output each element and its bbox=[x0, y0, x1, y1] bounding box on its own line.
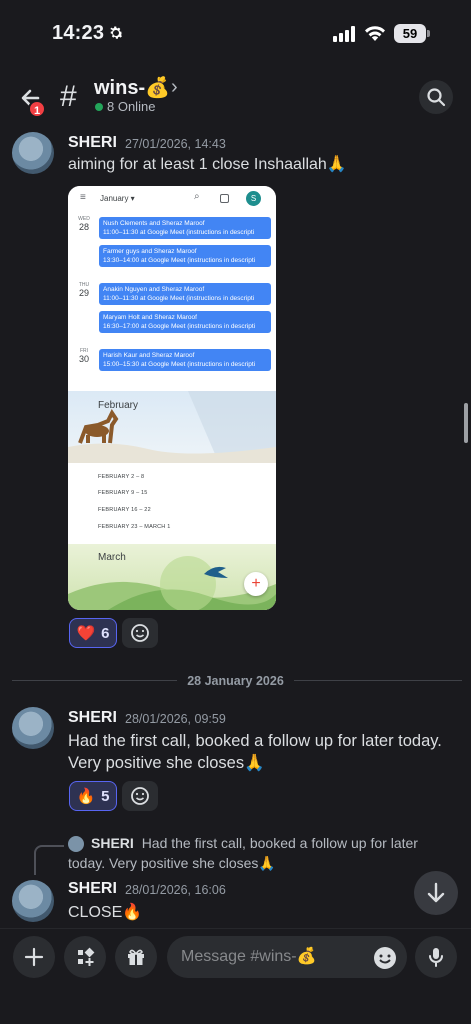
message-input[interactable]: Message #wins-💰 bbox=[167, 936, 407, 978]
calendar-month-selector: January ▾ bbox=[100, 194, 135, 203]
message-text: CLOSE🔥 bbox=[68, 904, 143, 921]
voice-message-button[interactable] bbox=[415, 936, 457, 978]
status-time: 14:23 bbox=[52, 22, 105, 44]
reply-text-continued: today. Very positive she closes🙏 bbox=[68, 855, 276, 871]
arrow-down-icon bbox=[427, 882, 445, 903]
reply-text: Had the first call, booked a follow up f… bbox=[141, 835, 418, 851]
wifi-icon bbox=[364, 24, 386, 47]
reaction-count: 5 bbox=[101, 787, 110, 805]
calendar-week-row: FEBRUARY 9 – 15 bbox=[98, 490, 148, 496]
calendar-today-icon bbox=[220, 194, 229, 203]
date-divider: 28 January 2026 bbox=[0, 672, 471, 690]
avatar[interactable] bbox=[12, 707, 54, 749]
march-banner: March + bbox=[68, 544, 276, 610]
avatar[interactable] bbox=[12, 132, 54, 174]
unread-badge: 1 bbox=[28, 100, 46, 118]
search-button[interactable] bbox=[419, 80, 453, 114]
message-text: aiming for at least 1 close Inshaallah🙏 bbox=[68, 156, 347, 173]
message-author[interactable]: SHERI bbox=[68, 134, 117, 152]
smiley-plus-icon bbox=[131, 624, 149, 642]
battery-tip bbox=[427, 30, 430, 37]
plus-icon bbox=[24, 947, 44, 967]
calendar-day-28: WED 28 bbox=[78, 216, 90, 232]
calendar-week-row: FEBRUARY 2 – 8 bbox=[98, 474, 145, 480]
calendar-week-row: FEBRUARY 16 – 22 bbox=[98, 507, 151, 513]
add-reaction-button[interactable] bbox=[122, 618, 158, 648]
message-text: Very positive she closes🙏 bbox=[68, 754, 265, 772]
smiley-icon bbox=[374, 947, 396, 969]
gift-button[interactable] bbox=[115, 936, 157, 978]
date-divider-text: 28 January 2026 bbox=[177, 674, 294, 688]
apps-button[interactable] bbox=[64, 936, 106, 978]
calendar-week-row: FEBRUARY 23 – MARCH 1 bbox=[98, 524, 171, 530]
hamburger-menu-icon: ≡ bbox=[80, 192, 86, 203]
chevron-right-icon[interactable]: › bbox=[171, 76, 178, 99]
emoji-picker-button[interactable] bbox=[372, 945, 398, 976]
calendar-event: Farmer guys and Sheraz Maroof 13:30–14:0… bbox=[99, 245, 271, 267]
apps-icon bbox=[78, 947, 95, 966]
reply-avatar bbox=[68, 836, 84, 852]
image-attachment[interactable]: ≡ January ▾ ⌕ S WED 28 Nush Clements and… bbox=[68, 186, 276, 610]
settings-gear-icon bbox=[107, 24, 125, 42]
calendar-event: Nush Clements and Sheraz Maroof 11:00–11… bbox=[99, 217, 271, 239]
february-banner: February bbox=[68, 391, 276, 463]
online-status-dot bbox=[95, 103, 103, 111]
cell-signal-icon bbox=[333, 26, 357, 47]
reply-author: SHERI bbox=[91, 835, 134, 851]
channel-name[interactable]: wins-💰 bbox=[94, 75, 170, 100]
heart-emoji-icon: ❤️ bbox=[76, 625, 96, 642]
smiley-plus-icon bbox=[131, 787, 149, 805]
calendar-fab-plus-icon: + bbox=[244, 572, 268, 596]
reaction-count: 6 bbox=[101, 624, 110, 642]
add-attachment-button[interactable] bbox=[13, 936, 55, 978]
search-icon bbox=[427, 88, 446, 107]
reply-connector bbox=[34, 845, 64, 875]
february-label: February bbox=[98, 400, 139, 411]
calendar-day-30: FRI 30 bbox=[78, 348, 89, 364]
add-reaction-button[interactable] bbox=[122, 781, 158, 811]
message-author[interactable]: SHERI bbox=[68, 709, 117, 727]
calendar-profile-avatar: S bbox=[246, 191, 261, 206]
avatar[interactable] bbox=[12, 880, 54, 922]
message-timestamp: 28/01/2026, 16:06 bbox=[125, 883, 226, 897]
gift-icon bbox=[128, 949, 144, 965]
calendar-search-icon: ⌕ bbox=[194, 191, 200, 202]
scrollbar[interactable] bbox=[464, 403, 468, 443]
channel-hash-icon: # bbox=[60, 80, 77, 113]
calendar-app-bar: ≡ January ▾ ⌕ S bbox=[68, 186, 276, 212]
message-author[interactable]: SHERI bbox=[68, 880, 117, 898]
march-label: March bbox=[98, 552, 126, 563]
calendar-event: Maryam Holt and Sheraz Maroof 16:30–17:0… bbox=[99, 311, 271, 333]
calendar-event: Harish Kaur and Sheraz Maroof 15:00–15:3… bbox=[99, 349, 271, 371]
microphone-icon bbox=[429, 948, 443, 967]
reaction-fire[interactable]: 🔥 5 bbox=[69, 781, 117, 811]
message-timestamp: 28/01/2026, 09:59 bbox=[125, 712, 226, 726]
calendar-event: Anakin Nguyen and Sheraz Maroof 11:00–11… bbox=[99, 283, 271, 305]
reaction-heart[interactable]: ❤️ 6 bbox=[69, 618, 117, 648]
calendar-day-29: THU 29 bbox=[78, 282, 90, 298]
message-text: Had the first call, booked a follow up f… bbox=[68, 732, 442, 750]
reply-preview[interactable]: SHERI Had the first call, booked a follo… bbox=[91, 835, 418, 851]
fire-emoji-icon: 🔥 bbox=[76, 788, 96, 805]
online-count: 8 Online bbox=[107, 99, 156, 114]
message-timestamp: 27/01/2026, 14:43 bbox=[125, 137, 226, 151]
jump-to-latest-button[interactable] bbox=[414, 871, 458, 915]
battery-indicator: 59 bbox=[394, 24, 426, 43]
